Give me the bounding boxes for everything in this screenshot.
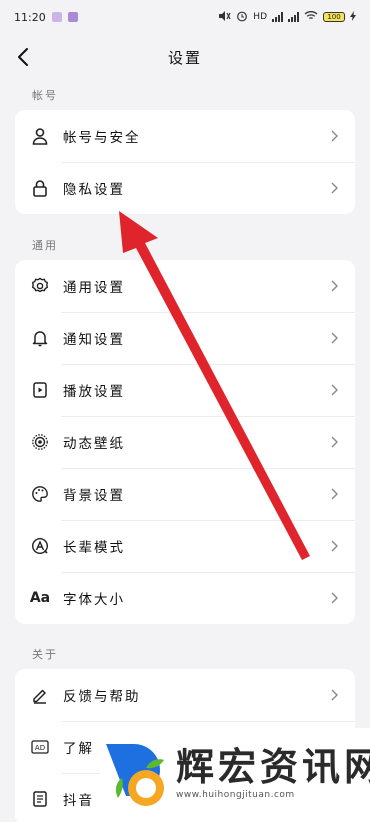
chevron-right-icon (329, 487, 339, 501)
document-icon (29, 788, 51, 810)
font-size-icon: Aa (29, 590, 51, 606)
privacy-settings-label: 隐私设置 (63, 182, 125, 198)
live-wallpaper-label: 动态壁纸 (63, 436, 125, 452)
account-security-label: 帐号与安全 (63, 130, 141, 146)
charging-icon (350, 10, 356, 24)
general-settings-item[interactable]: 通用设置 (15, 260, 355, 312)
elder-mode-label: 长辈模式 (63, 540, 125, 556)
back-arrow-icon (18, 48, 28, 66)
font-size-label: 字体大小 (63, 592, 125, 608)
notification-settings-label: 通知设置 (63, 332, 125, 348)
live-wallpaper-item[interactable]: 动态壁纸 (15, 416, 355, 468)
watermark-url: www.huihongjituan.com (176, 790, 295, 800)
section-label-general: 通用 (32, 239, 58, 252)
chevron-right-icon (329, 688, 339, 702)
font-size-item[interactable]: Aa 字体大小 (15, 572, 355, 624)
chevron-right-icon (329, 539, 339, 553)
watermark-banner: 辉宏资讯网 www.huihongjituan.com (100, 728, 370, 822)
alarm-icon (236, 10, 248, 25)
chevron-right-icon (329, 331, 339, 345)
status-time: 11:20 (14, 10, 46, 24)
gear-icon (29, 275, 51, 297)
edit-icon (29, 684, 51, 706)
feedback-help-label: 反馈与帮助 (63, 689, 141, 705)
ad-icon-text: AD (35, 744, 45, 752)
play-settings-icon (29, 379, 51, 401)
chevron-right-icon (329, 279, 339, 293)
ad-icon: AD (29, 736, 51, 758)
section-label-about: 关于 (32, 648, 58, 661)
notification-app-icon-2 (67, 12, 78, 22)
user-icon (29, 125, 51, 147)
header: 设置 (0, 34, 370, 80)
wifi-icon (304, 10, 318, 24)
privacy-settings-item[interactable]: 隐私设置 (15, 162, 355, 214)
account-security-item[interactable]: 帐号与安全 (15, 110, 355, 162)
signal-icon (272, 12, 283, 22)
notification-settings-item[interactable]: 通知设置 (15, 312, 355, 364)
chevron-right-icon (329, 129, 339, 143)
play-settings-label: 播放设置 (63, 384, 125, 400)
feedback-help-item[interactable]: 反馈与帮助 (15, 669, 355, 721)
chevron-right-icon (329, 181, 339, 195)
account-card: 帐号与安全 隐私设置 (15, 110, 355, 214)
chevron-right-icon (329, 591, 339, 605)
play-settings-item[interactable]: 播放设置 (15, 364, 355, 416)
back-button[interactable] (10, 44, 36, 70)
page-title: 设置 (167, 48, 202, 67)
chevron-right-icon (329, 383, 339, 397)
general-card: 通用设置 通知设置 播放设置 动态壁纸 背景设置 长辈模式 Aa 字体大小 (15, 260, 355, 624)
elder-mode-icon (29, 535, 51, 557)
bell-icon (29, 327, 51, 349)
background-settings-label: 背景设置 (63, 488, 125, 504)
watermark-logo (106, 744, 164, 806)
section-label-account: 帐号 (32, 89, 58, 102)
live-wallpaper-icon (29, 431, 51, 453)
chevron-right-icon (329, 435, 339, 449)
general-settings-label: 通用设置 (63, 280, 125, 296)
background-settings-item[interactable]: 背景设置 (15, 468, 355, 520)
hd-label: HD (253, 12, 267, 22)
battery-icon: 100 (323, 12, 345, 22)
notification-app-icon (51, 12, 62, 22)
signal-icon-2 (288, 12, 299, 22)
palette-icon (29, 483, 51, 505)
status-bar: 11:20 HD 100 (0, 0, 370, 34)
mute-icon (217, 10, 231, 25)
lock-icon (29, 177, 51, 199)
watermark-text: 辉宏资讯网 (176, 745, 370, 789)
elder-mode-item[interactable]: 长辈模式 (15, 520, 355, 572)
